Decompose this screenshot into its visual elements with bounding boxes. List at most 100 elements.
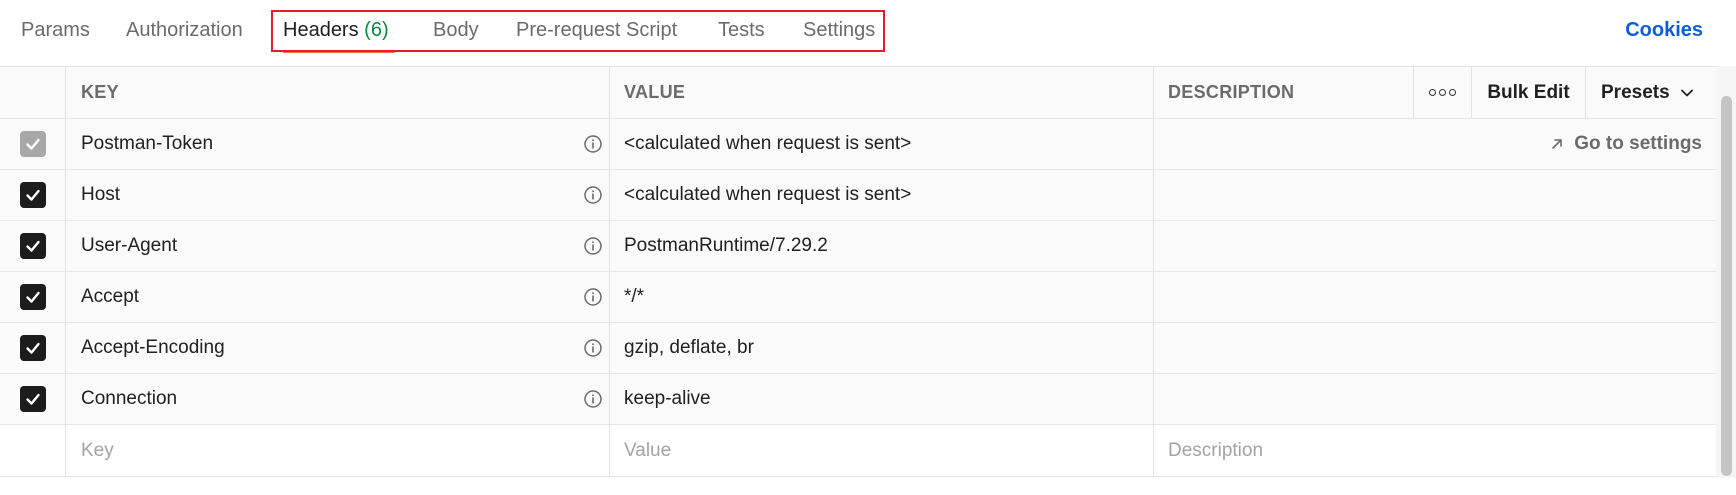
tab-settings[interactable]: Settings <box>803 18 875 42</box>
row-checkbox[interactable] <box>19 233 46 259</box>
description-column-header: DESCRIPTION <box>1154 67 1414 118</box>
header-value: <calculated when request is sent> <box>624 133 912 154</box>
more-options-button[interactable] <box>1414 67 1472 118</box>
value-cell[interactable]: PostmanRuntime/7.29.2 <box>610 221 1154 271</box>
bulk-edit-label: Bulk Edit <box>1487 81 1570 103</box>
checkmark-icon <box>25 393 40 405</box>
info-icon[interactable] <box>583 185 603 205</box>
value-column-header: VALUE <box>610 67 1154 118</box>
row-checkbox[interactable] <box>19 386 46 412</box>
new-value-input[interactable]: Value <box>610 425 1154 476</box>
go-to-settings-label: Go to settings <box>1574 133 1702 154</box>
header-key: Host <box>81 184 121 205</box>
key-column-header: KEY <box>66 67 610 118</box>
header-key: Accept-Encoding <box>81 337 225 358</box>
checkmark-icon <box>25 138 40 150</box>
description-placeholder: Description <box>1168 439 1264 461</box>
presets-label: Presets <box>1601 81 1670 103</box>
presets-dropdown[interactable]: Presets <box>1586 67 1716 118</box>
row-checkbox-cell <box>0 272 66 322</box>
key-cell[interactable]: Accept <box>66 272 610 322</box>
description-cell[interactable] <box>1154 221 1716 271</box>
value-cell[interactable]: */* <box>610 272 1154 322</box>
row-checkbox-cell <box>0 323 66 373</box>
table-row: Postman-Token <calculated when request i… <box>0 119 1716 170</box>
more-icon <box>1429 89 1456 96</box>
info-icon[interactable] <box>583 338 603 358</box>
tab-authorization[interactable]: Authorization <box>126 18 243 42</box>
description-cell[interactable] <box>1154 374 1716 424</box>
value-cell[interactable]: gzip, deflate, br <box>610 323 1154 373</box>
active-tab-indicator <box>283 50 395 53</box>
key-cell[interactable]: Host <box>66 170 610 220</box>
checkmark-icon <box>25 342 40 354</box>
info-icon[interactable] <box>583 134 603 154</box>
key-placeholder: Key <box>81 439 114 461</box>
checkmark-icon <box>25 189 40 201</box>
new-header-row: Key Value Description <box>0 425 1716 476</box>
headers-count-badge: (6) <box>364 19 389 41</box>
scrollbar-thumb[interactable] <box>1721 96 1732 476</box>
description-cell[interactable] <box>1154 323 1716 373</box>
description-cell[interactable] <box>1154 272 1716 322</box>
tab-tests[interactable]: Tests <box>718 18 765 42</box>
key-cell[interactable]: User-Agent <box>66 221 610 271</box>
header-value: gzip, deflate, br <box>624 337 754 358</box>
info-icon[interactable] <box>583 389 603 409</box>
key-column-label: KEY <box>81 82 119 102</box>
header-key: Accept <box>81 286 140 307</box>
header-value: PostmanRuntime/7.29.2 <box>624 235 828 256</box>
new-key-input[interactable]: Key <box>66 425 610 476</box>
info-icon[interactable] <box>583 287 603 307</box>
key-cell[interactable]: Accept-Encoding <box>66 323 610 373</box>
value-column-label: VALUE <box>624 82 686 102</box>
bulk-edit-button[interactable]: Bulk Edit <box>1472 67 1586 118</box>
tab-prerequest-script[interactable]: Pre-request Script <box>516 18 677 42</box>
value-cell[interactable]: keep-alive <box>610 374 1154 424</box>
table-row: Accept-Encoding gzip, deflate, br <box>0 323 1716 374</box>
key-cell[interactable]: Postman-Token <box>66 119 610 169</box>
description-column-label: DESCRIPTION <box>1168 82 1295 102</box>
header-value: */* <box>624 286 645 307</box>
request-tabs: Params Authorization Headers (6) Body Pr… <box>0 0 1736 62</box>
row-checkbox <box>19 131 46 157</box>
tab-headers[interactable]: Headers (6) <box>283 18 389 42</box>
row-checkbox-cell <box>0 374 66 424</box>
table-header-row: KEY VALUE DESCRIPTION Bulk Edit Presets <box>0 67 1716 119</box>
checkmark-icon <box>25 291 40 303</box>
tab-headers-label: Headers <box>283 19 359 41</box>
header-key: Connection <box>81 388 178 409</box>
key-cell[interactable]: Connection <box>66 374 610 424</box>
headers-panel: Params Authorization Headers (6) Body Pr… <box>0 0 1736 495</box>
table-row: User-Agent PostmanRuntime/7.29.2 <box>0 221 1716 272</box>
description-cell[interactable]: Go to settings <box>1154 119 1716 169</box>
header-key: Postman-Token <box>81 133 214 154</box>
new-row-check-cell <box>0 425 66 476</box>
row-checkbox-cell <box>0 119 66 169</box>
row-checkbox-cell <box>0 170 66 220</box>
value-placeholder: Value <box>624 439 672 461</box>
arrow-up-right-icon <box>1552 139 1563 149</box>
tab-params[interactable]: Params <box>21 18 90 42</box>
cookies-link[interactable]: Cookies <box>1625 18 1703 42</box>
row-checkbox[interactable] <box>19 335 46 361</box>
table-row: Host <calculated when request is sent> <box>0 170 1716 221</box>
row-checkbox[interactable] <box>19 182 46 208</box>
table-row: Accept */* <box>0 272 1716 323</box>
header-value: <calculated when request is sent> <box>624 184 912 205</box>
headers-table: KEY VALUE DESCRIPTION Bulk Edit Presets <box>0 66 1716 477</box>
tab-body[interactable]: Body <box>433 18 479 42</box>
header-check-column <box>0 67 66 118</box>
go-to-settings-link[interactable]: Go to settings <box>1550 119 1702 169</box>
header-value: keep-alive <box>624 388 711 409</box>
row-checkbox-cell <box>0 221 66 271</box>
table-row: Connection keep-alive <box>0 374 1716 425</box>
checkmark-icon <box>25 240 40 252</box>
description-cell[interactable] <box>1154 170 1716 220</box>
new-description-input[interactable]: Description <box>1154 425 1716 476</box>
chevron-down-icon <box>1680 89 1693 96</box>
info-icon[interactable] <box>583 236 603 256</box>
value-cell[interactable]: <calculated when request is sent> <box>610 119 1154 169</box>
row-checkbox[interactable] <box>19 284 46 310</box>
value-cell[interactable]: <calculated when request is sent> <box>610 170 1154 220</box>
